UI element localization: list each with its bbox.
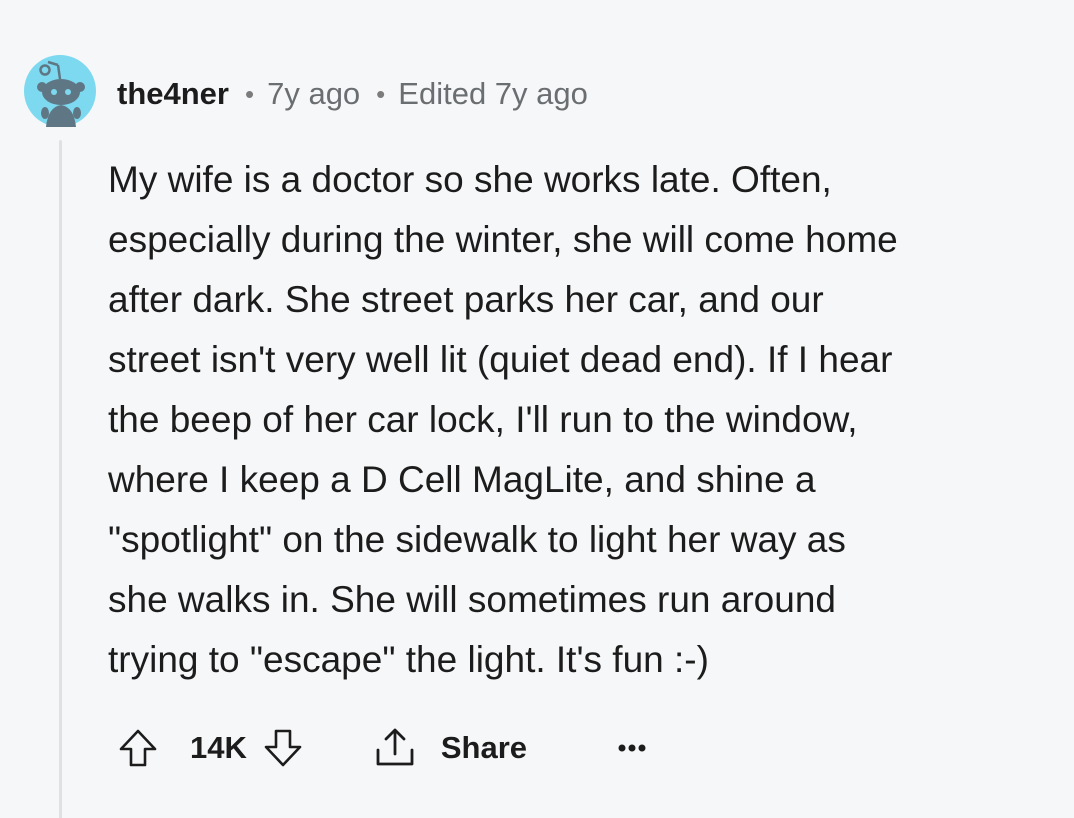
comment-body-line: trying to "escape" the light. It's fun :… — [108, 639, 709, 680]
comment-body-line: where I keep a D Cell MagLite, and shine… — [108, 459, 816, 500]
upvote-arrow-icon — [119, 729, 157, 767]
comment-body-line: street isn't very well lit (quiet dead e… — [108, 339, 893, 380]
more-options-button[interactable] — [617, 743, 647, 753]
comment-body-line: My wife is a doctor so she works late. O… — [108, 159, 832, 200]
comment-body-line: she walks in. She will sometimes run aro… — [108, 579, 836, 620]
comment-body-line: "spotlight" on the sidewalk to light her… — [108, 519, 846, 560]
share-icon — [373, 726, 417, 770]
comment-body-line: after dark. She street parks her car, an… — [108, 279, 824, 320]
comment-header: the4ner • 7y ago • Edited 7y ago — [117, 70, 588, 118]
upvote-button[interactable] — [116, 726, 160, 770]
username[interactable]: the4ner — [117, 76, 229, 112]
share-button[interactable]: Share — [373, 726, 527, 770]
thread-line[interactable] — [59, 140, 62, 818]
snoo-avatar-icon — [24, 55, 96, 127]
comment-body-line: the beep of her car lock, I'll run to th… — [108, 399, 858, 440]
edited-time: Edited 7y ago — [398, 76, 588, 111]
share-label: Share — [440, 730, 528, 765]
avatar[interactable] — [24, 43, 96, 139]
downvote-arrow-icon — [264, 729, 302, 767]
post-time[interactable]: 7y ago — [267, 76, 360, 112]
more-options-icon — [618, 744, 646, 752]
comment-actions: 14K Share — [116, 720, 647, 776]
separator-dot: • — [376, 78, 386, 109]
vote-score: 14K — [190, 730, 247, 765]
downvote-button[interactable] — [261, 726, 305, 770]
separator-dot: • — [244, 78, 255, 109]
comment-body-line: especially during the winter, she will c… — [108, 219, 898, 260]
comment-body: My wife is a doctor so she works late. O… — [108, 150, 1058, 690]
